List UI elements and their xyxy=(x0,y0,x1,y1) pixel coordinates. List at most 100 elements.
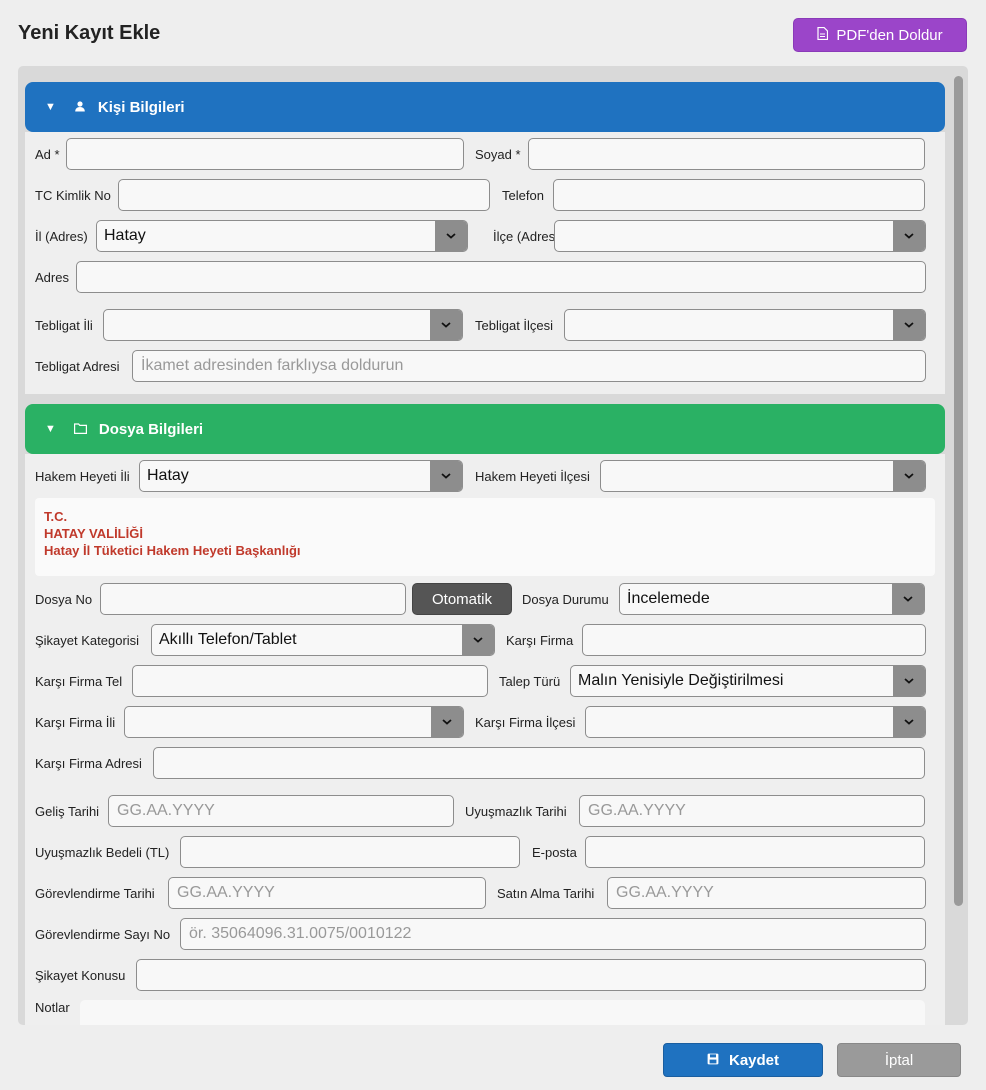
soyad-input[interactable] xyxy=(528,138,925,170)
soyad-label: Soyad * xyxy=(475,147,521,162)
info-line-valilik: HATAY VALİLİĞİ xyxy=(44,526,143,541)
uyusmazlik-bedeli-label: Uyuşmazlık Bedeli (TL) xyxy=(35,845,170,860)
dosya-durumu-select-value: İncelemede xyxy=(627,590,710,607)
karsi-firma-il-select[interactable] xyxy=(124,706,464,738)
cancel-button[interactable]: İptal xyxy=(837,1043,961,1077)
tebligat-ilce-select[interactable] xyxy=(564,309,926,341)
gorevlendirme-sayi-input[interactable]: ör. 35064096.31.0075/0010122 xyxy=(180,918,926,950)
chevron-down-icon xyxy=(893,221,925,251)
dosya-durumu-select[interactable]: İncelemede xyxy=(619,583,925,615)
gorevlendirme-tarihi-input[interactable]: GG.AA.YYYY xyxy=(168,877,486,909)
karsi-firma-adres-input[interactable] xyxy=(153,747,925,779)
triangle-down-icon: ▼ xyxy=(45,423,56,435)
tebligat-il-label: Tebligat İli xyxy=(35,318,93,333)
chevron-down-icon xyxy=(893,666,925,696)
talep-turu-select[interactable]: Malın Yenisiyle Değiştirilmesi xyxy=(570,665,926,697)
gorevlendirme-tarihi-label: Görevlendirme Tarihi xyxy=(35,886,155,901)
adres-input[interactable] xyxy=(76,261,926,293)
chevron-down-icon xyxy=(893,461,925,491)
ilce-select[interactable] xyxy=(554,220,926,252)
save-button-label: Kaydet xyxy=(728,1051,780,1069)
folder-icon xyxy=(73,421,87,438)
satin-alma-tarihi-label: Satın Alma Tarihi xyxy=(497,886,595,901)
otomatik-button[interactable]: Otomatik xyxy=(412,583,512,615)
uyusmazlik-bedeli-input[interactable] xyxy=(180,836,520,868)
hakem-ilce-select[interactable] xyxy=(600,460,926,492)
section-title-dosya: Dosya Bilgileri xyxy=(98,420,204,438)
sikayet-konusu-input[interactable] xyxy=(136,959,926,991)
section-title-kisi: Kişi Bilgileri xyxy=(97,98,185,116)
karsi-firma-adres-label: Karşı Firma Adresi xyxy=(35,756,142,771)
hakem-ilce-label: Hakem Heyeti İlçesi xyxy=(475,469,590,484)
section-header-dosya[interactable]: ▼ Dosya Bilgileri xyxy=(25,404,945,454)
chevron-down-icon xyxy=(893,707,925,737)
il-select[interactable]: Hatay xyxy=(96,220,468,252)
floppy-disk-icon xyxy=(707,1052,719,1069)
hakem-il-select[interactable]: Hatay xyxy=(139,460,463,492)
sikayet-kategori-select-value: Akıllı Telefon/Tablet xyxy=(159,631,297,648)
dosya-durumu-label: Dosya Durumu xyxy=(522,592,609,607)
info-line-baskanlik: Hatay İl Tüketici Hakem Heyeti Başkanlığ… xyxy=(44,543,301,558)
info-line-tc: T.C. xyxy=(44,509,68,524)
karsi-firma-input[interactable] xyxy=(582,624,926,656)
triangle-down-icon: ▼ xyxy=(45,101,56,113)
karsi-firma-tel-input[interactable] xyxy=(132,665,488,697)
chevron-down-icon xyxy=(430,310,462,340)
chevron-down-icon xyxy=(462,625,494,655)
karsi-firma-tel-label: Karşı Firma Tel xyxy=(35,674,123,689)
file-icon xyxy=(817,26,829,44)
dosya-no-label: Dosya No xyxy=(35,592,93,607)
karsi-firma-il-label: Karşı Firma İli xyxy=(35,715,116,730)
telefon-input[interactable] xyxy=(553,179,925,211)
talep-turu-label: Talep Türü xyxy=(499,674,561,689)
pdf-fill-button-label: PDF'den Doldur xyxy=(836,26,943,44)
il-label: İl (Adres) xyxy=(35,229,88,244)
sikayet-kategori-label: Şikayet Kategorisi xyxy=(35,633,140,648)
satin-alma-tarihi-input[interactable]: GG.AA.YYYY xyxy=(607,877,926,909)
karsi-firma-ilce-label: Karşı Firma İlçesi xyxy=(475,715,576,730)
tebligat-il-select[interactable] xyxy=(103,309,463,341)
chevron-down-icon xyxy=(431,707,463,737)
page: Yeni Kayıt Ekle PDF'den Doldur ▼ Kişi Bi… xyxy=(0,0,986,1090)
eposta-input[interactable] xyxy=(585,836,925,868)
gelis-tarihi-label: Geliş Tarihi xyxy=(35,804,100,819)
tebligat-ilce-label: Tebligat İlçesi xyxy=(475,318,554,333)
dosya-no-input[interactable] xyxy=(100,583,406,615)
uyusmazlik-tarihi-label: Uyuşmazlık Tarihi xyxy=(465,804,567,819)
il-select-value: Hatay xyxy=(104,227,146,244)
ad-input[interactable] xyxy=(66,138,464,170)
telefon-label: Telefon xyxy=(502,188,544,203)
tc-label: TC Kimlik No xyxy=(35,188,111,203)
sikayet-kategori-select[interactable]: Akıllı Telefon/Tablet xyxy=(151,624,495,656)
sikayet-konusu-label: Şikayet Konusu xyxy=(35,968,126,983)
karsi-firma-label: Karşı Firma xyxy=(506,633,574,648)
chevron-down-icon xyxy=(892,584,924,614)
form-panel: ▼ Kişi Bilgileri Ad * Soyad * TC Kimlik … xyxy=(18,66,968,1025)
hakem-il-label: Hakem Heyeti İli xyxy=(35,469,130,484)
chevron-down-icon xyxy=(893,310,925,340)
chevron-down-icon xyxy=(430,461,462,491)
notlar-label: Notlar xyxy=(35,1000,70,1015)
tebligat-adres-label: Tebligat Adresi xyxy=(35,359,120,374)
save-button[interactable]: Kaydet xyxy=(663,1043,823,1077)
tebligat-adres-input[interactable]: İkamet adresinden farklıysa doldurun xyxy=(132,350,926,382)
adres-label: Adres xyxy=(35,270,69,285)
authority-info-box: T.C. HATAY VALİLİĞİ Hatay İl Tüketici Ha… xyxy=(35,498,935,576)
page-title: Yeni Kayıt Ekle xyxy=(18,22,161,44)
gorevlendirme-sayi-label: Görevlendirme Sayı No xyxy=(35,927,171,942)
pdf-fill-button[interactable]: PDF'den Doldur xyxy=(793,18,967,52)
ilce-label: İlçe (Adres) xyxy=(493,229,560,244)
gelis-tarihi-input[interactable]: GG.AA.YYYY xyxy=(108,795,454,827)
user-icon xyxy=(74,99,86,116)
eposta-label: E-posta xyxy=(532,845,577,860)
ad-label: Ad * xyxy=(35,147,60,162)
hakem-il-select-value: Hatay xyxy=(147,467,189,484)
karsi-firma-ilce-select[interactable] xyxy=(585,706,926,738)
tc-input[interactable] xyxy=(118,179,490,211)
talep-turu-select-value: Malın Yenisiyle Değiştirilmesi xyxy=(578,672,784,689)
form-scrollbar[interactable] xyxy=(954,76,963,906)
notlar-textarea[interactable] xyxy=(80,1000,925,1025)
section-header-kisi[interactable]: ▼ Kişi Bilgileri xyxy=(25,82,945,132)
chevron-down-icon xyxy=(435,221,467,251)
uyusmazlik-tarihi-input[interactable]: GG.AA.YYYY xyxy=(579,795,925,827)
